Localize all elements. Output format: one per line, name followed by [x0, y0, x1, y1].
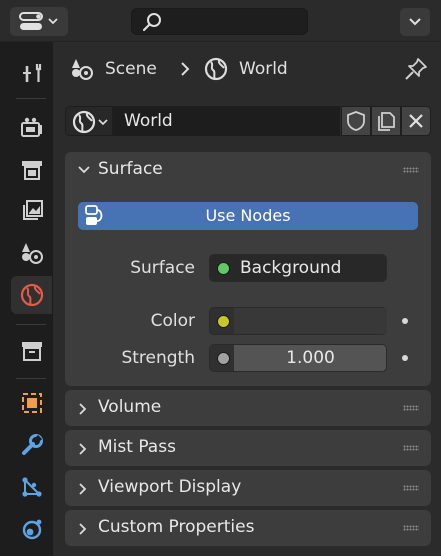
properties-editor: Scene World World Surface Use Nodes Surf…	[0, 0, 441, 556]
surface-panel-header[interactable]: Surface	[65, 152, 431, 188]
use-nodes-button[interactable]: Use Nodes	[78, 202, 418, 230]
world-icon	[20, 283, 43, 307]
panel-title: Custom Properties	[98, 517, 255, 537]
strength-label: Strength	[121, 348, 195, 368]
scene-icon	[72, 59, 93, 80]
modifier-icon	[21, 434, 43, 455]
tool-icon	[22, 64, 41, 82]
editor-type-dropdown[interactable]	[10, 7, 68, 36]
color-label: Color	[150, 311, 195, 331]
search-icon	[142, 13, 161, 32]
breadcrumb-world: World	[203, 56, 288, 82]
tab-divider	[16, 98, 46, 99]
color-swatch[interactable]	[234, 308, 387, 334]
tab-particles[interactable]	[11, 468, 52, 506]
drag-handle-icon[interactable]	[403, 485, 419, 491]
duplicate-world-button[interactable]	[371, 106, 401, 136]
output-icon	[21, 161, 42, 180]
drag-handle-icon[interactable]	[403, 167, 419, 173]
drag-handle-icon[interactable]	[403, 405, 419, 411]
world-icon	[72, 110, 96, 134]
view-layer-icon	[22, 200, 43, 220]
world-datablock-selector: World	[65, 106, 431, 136]
panel-title: Volume	[98, 397, 162, 417]
tab-divider	[16, 324, 46, 325]
keyframe-dot-icon[interactable]	[402, 355, 408, 361]
breadcrumb-world-label: World	[239, 59, 288, 79]
tab-world[interactable]	[11, 276, 52, 314]
world-icon	[204, 57, 228, 81]
tab-render[interactable]	[11, 108, 52, 146]
close-icon	[409, 114, 423, 128]
collection-icon	[21, 342, 42, 361]
custom-properties-panel[interactable]: Custom Properties	[65, 510, 431, 546]
tab-scene[interactable]	[11, 234, 52, 272]
options-dropdown[interactable]	[400, 8, 430, 36]
object-icon	[21, 393, 42, 413]
breadcrumb-scene: Scene	[69, 56, 157, 82]
breadcrumb: Scene World	[53, 42, 441, 94]
color-field[interactable]	[209, 307, 387, 335]
color-socket-icon	[217, 315, 230, 328]
drag-handle-icon[interactable]	[403, 445, 419, 451]
chevron-down-icon	[409, 18, 421, 26]
chevron-down-icon	[78, 166, 90, 174]
chevron-right-icon	[181, 62, 190, 76]
float-socket-icon	[217, 352, 230, 365]
keyframe-dot-icon[interactable]	[402, 318, 408, 324]
chevron-right-icon	[79, 483, 87, 495]
tab-tool[interactable]	[11, 54, 52, 92]
render-icon	[20, 117, 42, 137]
panel-title: Surface	[98, 159, 163, 179]
editor-header	[0, 0, 441, 42]
tab-collection[interactable]	[11, 332, 52, 370]
tab-divider	[16, 378, 46, 379]
surface-panel: Surface Use Nodes Surface Background Col…	[65, 152, 431, 386]
tab-object[interactable]	[11, 384, 52, 422]
chevron-right-icon	[79, 523, 87, 535]
surface-shader-field[interactable]: Background	[209, 254, 387, 282]
viewport-display-panel[interactable]: Viewport Display	[65, 470, 431, 506]
panel-title: Viewport Display	[98, 477, 242, 497]
chevron-down-icon	[98, 119, 108, 126]
scene-icon	[21, 243, 43, 264]
surface-shader-value: Background	[240, 258, 342, 278]
drag-handle-icon[interactable]	[403, 525, 419, 531]
world-name-field[interactable]: World	[113, 106, 340, 136]
properties-tabs	[0, 42, 53, 556]
duplicate-icon	[378, 112, 395, 131]
pin-icon[interactable]	[403, 56, 429, 82]
shader-socket-icon	[217, 262, 230, 275]
tab-physics[interactable]	[11, 510, 52, 548]
volume-panel[interactable]: Volume	[65, 390, 431, 426]
properties-content: Scene World World Surface Use Nodes Surf…	[53, 42, 441, 556]
breadcrumb-scene-label: Scene	[105, 59, 157, 79]
browse-world-button[interactable]	[65, 106, 113, 136]
particles-icon	[21, 477, 42, 497]
use-nodes-label: Use Nodes	[205, 206, 291, 225]
physics-icon	[22, 519, 41, 540]
unlink-world-button[interactable]	[401, 106, 431, 136]
chevron-right-icon	[79, 443, 87, 455]
chevron-right-icon	[79, 403, 87, 415]
mist-pass-panel[interactable]: Mist Pass	[65, 430, 431, 466]
shield-icon	[347, 111, 365, 131]
surface-label: Surface	[130, 258, 195, 278]
fake-user-button[interactable]	[341, 106, 371, 136]
tab-view-layer[interactable]	[11, 192, 52, 230]
tab-modifier[interactable]	[11, 426, 52, 464]
tab-output[interactable]	[11, 150, 52, 188]
strength-value: 1.000	[286, 348, 335, 368]
search-input[interactable]	[131, 8, 308, 35]
editor-type-icon	[19, 12, 58, 30]
strength-field[interactable]: 1.000	[209, 344, 387, 372]
panel-title: Mist Pass	[98, 437, 176, 457]
